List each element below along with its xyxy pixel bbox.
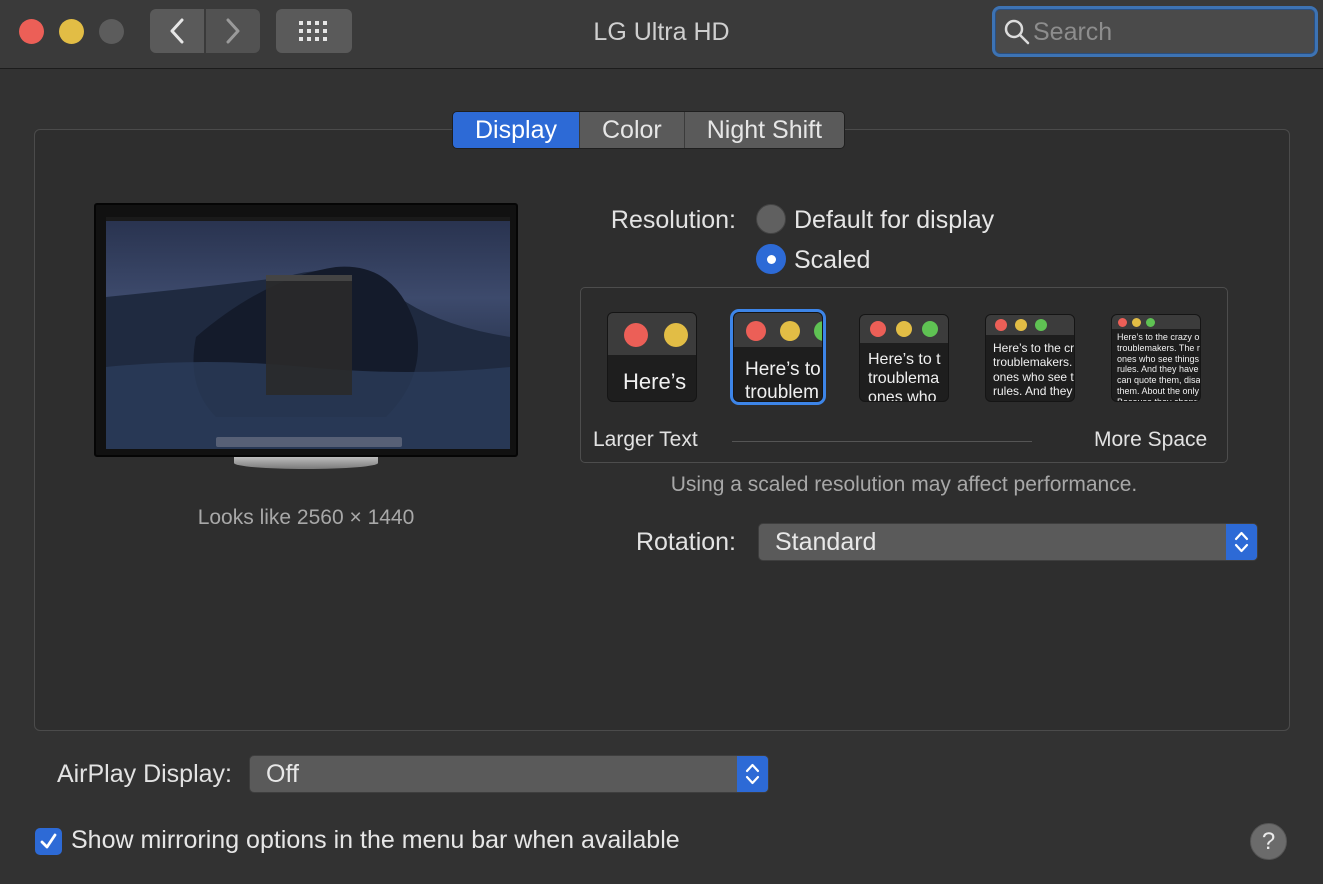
airplay-label: AirPlay Display: <box>56 760 232 788</box>
radio-default-for-display[interactable] <box>756 204 786 234</box>
system-preferences-window: LG Ultra HD Display Color Night Shift Lo… <box>0 0 1323 884</box>
airplay-popup[interactable]: Off <box>249 755 769 793</box>
scale-option-4[interactable]: Here’s to the cr troublemakers. ones who… <box>985 314 1075 402</box>
radio-scaled-label[interactable]: Scaled <box>794 246 870 275</box>
rotation-value: Standard <box>775 528 877 556</box>
performance-note: Using a scaled resolution may affect per… <box>670 473 1138 496</box>
search-icon <box>1004 19 1030 45</box>
tab-bar: Display Color Night Shift <box>452 111 846 149</box>
checkmark-icon <box>40 833 57 849</box>
mirroring-checkbox[interactable] <box>35 828 62 855</box>
scale-option-1[interactable]: Here’s <box>607 312 697 402</box>
monitor-stand <box>234 457 378 469</box>
popup-arrows-icon <box>1226 524 1257 560</box>
monitor-image <box>94 203 518 457</box>
radio-default-label[interactable]: Default for display <box>794 206 994 235</box>
title-bar: LG Ultra HD <box>0 0 1323 69</box>
desktop-preview <box>106 217 510 449</box>
scale-option-3[interactable]: Here’s to t troublema ones who <box>859 314 949 402</box>
popup-arrows-icon <box>737 756 768 792</box>
tab-display[interactable]: Display <box>453 112 580 148</box>
airplay-value: Off <box>266 760 299 788</box>
search-field[interactable] <box>992 6 1318 57</box>
tab-color[interactable]: Color <box>579 112 685 148</box>
more-space-label: More Space <box>1094 428 1208 451</box>
scale-track <box>732 441 1032 442</box>
tab-night-shift[interactable]: Night Shift <box>684 112 845 148</box>
scale-option-5[interactable]: Here’s to the crazy one troublemakers. T… <box>1111 314 1201 402</box>
resolution-label: Resolution: <box>610 206 736 234</box>
rotation-popup[interactable]: Standard <box>758 523 1258 561</box>
help-button[interactable]: ? <box>1250 823 1287 860</box>
scale-option-2[interactable]: Here’s to troublem <box>730 309 826 405</box>
larger-text-label: Larger Text <box>593 428 698 451</box>
resolution-summary: Looks like 2560 × 1440 <box>197 506 415 529</box>
search-input[interactable] <box>1033 17 1303 47</box>
radio-scaled[interactable] <box>756 244 786 274</box>
rotation-label: Rotation: <box>635 528 736 556</box>
landscape-image <box>106 217 510 449</box>
mirroring-label[interactable]: Show mirroring options in the menu bar w… <box>71 826 680 855</box>
